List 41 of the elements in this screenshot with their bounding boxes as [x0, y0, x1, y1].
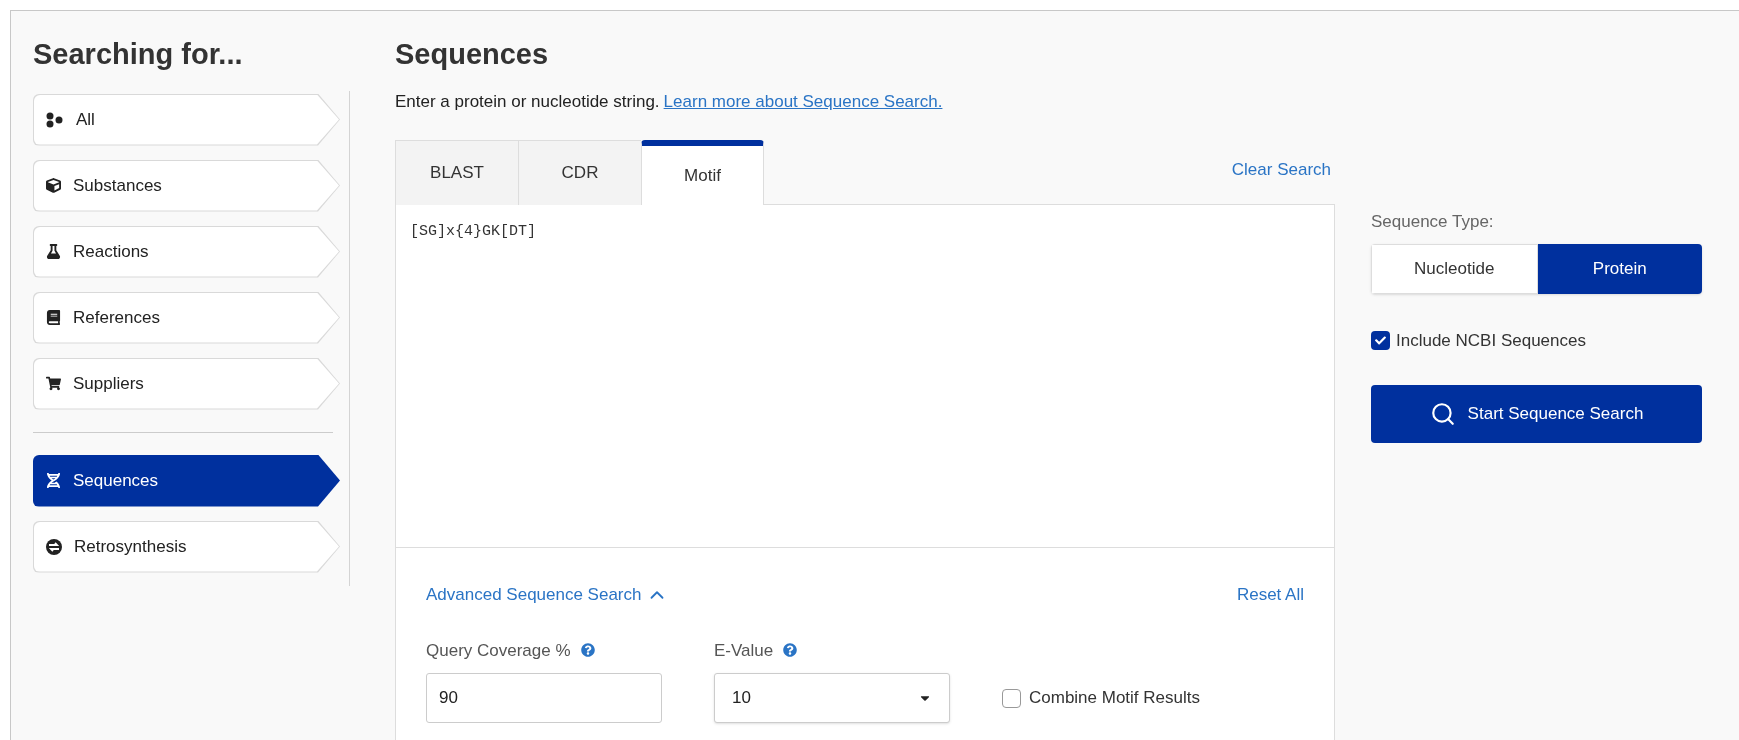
checkbox-label: Include NCBI Sequences	[1396, 329, 1586, 352]
tab[interactable]: BLAST	[395, 140, 518, 205]
e-value-dropdown[interactable]: 10	[714, 673, 950, 723]
start-search-button[interactable]: Start Sequence Search	[1371, 385, 1702, 443]
circle-arrows-icon	[46, 538, 62, 555]
sidebar-item[interactable]: Suppliers	[33, 357, 340, 410]
search-icon	[1429, 401, 1456, 427]
field-label: E-Value	[714, 639, 774, 662]
tab[interactable]: Motif	[641, 140, 764, 205]
combine-checkbox[interactable]	[1002, 688, 1021, 708]
description-text: Enter a protein or nucleotide string.	[395, 90, 660, 113]
reset-all-link[interactable]: Reset All	[1236, 582, 1304, 608]
sidebar-item[interactable]: Sequences	[33, 454, 340, 507]
clear-search-link[interactable]: Clear Search	[1231, 156, 1331, 182]
sidebar-item[interactable]: Retrosynthesis	[33, 520, 340, 573]
sequence-type-label: Sequence Type:	[1371, 211, 1495, 233]
sidebar-title: Searching for...	[33, 37, 244, 72]
check-icon	[1375, 334, 1386, 346]
learn-more-link[interactable]: Learn more about Sequence Search.	[663, 88, 943, 114]
ncbi-checkbox[interactable]	[1371, 330, 1390, 350]
book-icon	[46, 310, 61, 325]
sequence-type-option[interactable]: Nucleotide	[1371, 243, 1538, 294]
page-title: Sequences	[395, 37, 550, 72]
help-icon[interactable]	[580, 643, 595, 658]
dots-icon	[46, 111, 64, 128]
sidebar-item[interactable]: References	[33, 291, 340, 344]
flask-icon	[46, 244, 61, 259]
tab[interactable]: CDR	[518, 140, 641, 205]
help-icon[interactable]	[783, 643, 798, 658]
sidebar-item[interactable]: Reactions	[33, 225, 340, 278]
sidebar-item[interactable]: Substances	[33, 159, 340, 212]
dna-icon	[46, 473, 61, 488]
query-field[interactable]: [SG]x{4}GK[DT]	[395, 204, 1335, 548]
field-label: Query Coverage %	[426, 639, 571, 662]
query-coverage-field[interactable]: 90	[426, 673, 662, 723]
sequence-type-option[interactable]: Protein	[1537, 243, 1702, 294]
cube-icon	[46, 178, 61, 193]
checkbox-label: Combine Motif Results	[1029, 687, 1200, 710]
sidebar-item[interactable]: All	[33, 93, 340, 146]
advanced-search-toggle[interactable]: Advanced Sequence Search	[426, 582, 668, 608]
cart-icon	[46, 376, 61, 391]
